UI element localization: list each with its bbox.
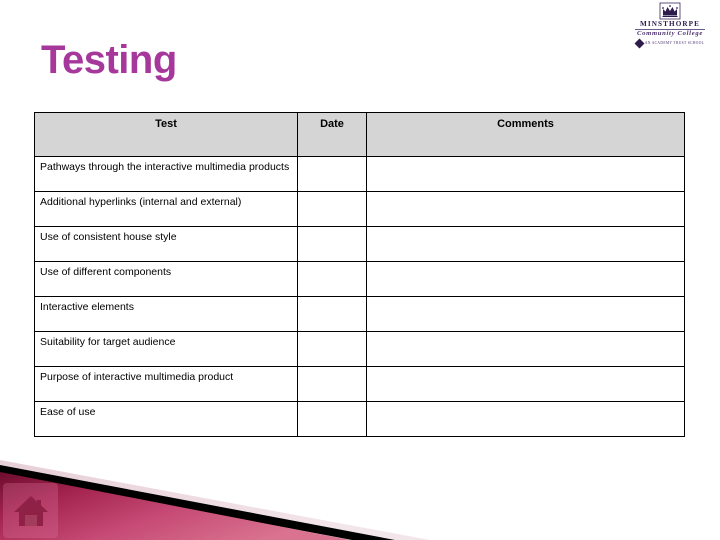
home-icon	[13, 495, 48, 526]
cell-date[interactable]	[297, 331, 367, 367]
table-row: Purpose of interactive multimedia produc…	[34, 366, 685, 402]
cell-comments[interactable]	[366, 401, 685, 437]
home-button[interactable]	[3, 483, 58, 538]
banner-graphic	[0, 460, 430, 540]
cell-comments[interactable]	[366, 156, 685, 192]
cell-comments[interactable]	[366, 261, 685, 297]
column-header-test: Test	[34, 112, 298, 157]
table-row: Ease of use	[34, 401, 685, 437]
cell-date[interactable]	[297, 156, 367, 192]
table-row: Additional hyperlinks (internal and exte…	[34, 191, 685, 227]
cell-comments[interactable]	[366, 226, 685, 262]
decorative-footer-banner	[0, 440, 720, 540]
cell-test: Ease of use	[34, 401, 298, 437]
page-title: Testing	[41, 38, 177, 82]
table-row: Pathways through the interactive multime…	[34, 156, 685, 192]
cell-comments[interactable]	[366, 191, 685, 227]
cell-test: Interactive elements	[34, 296, 298, 332]
cell-comments[interactable]	[366, 331, 685, 367]
cell-date[interactable]	[297, 296, 367, 332]
table-row: Interactive elements	[34, 296, 685, 332]
column-header-comments: Comments	[366, 112, 685, 157]
crown-icon	[659, 2, 681, 20]
table-row: Use of consistent house style	[34, 226, 685, 262]
logo-footer: AN ACADEMY TRUST SCHOOL	[632, 38, 708, 49]
testing-table: Test Date Comments Pathways through the …	[34, 112, 685, 437]
logo-subtitle: Community College	[637, 30, 703, 38]
logo-tagline: AN ACADEMY TRUST SCHOOL	[644, 40, 705, 45]
cell-date[interactable]	[297, 401, 367, 437]
cell-test: Use of different components	[34, 261, 298, 297]
table-row: Use of different components	[34, 261, 685, 297]
table-body: Pathways through the interactive multime…	[34, 156, 685, 437]
cell-test: Purpose of interactive multimedia produc…	[34, 366, 298, 402]
column-header-date: Date	[297, 112, 367, 157]
cell-date[interactable]	[297, 226, 367, 262]
cell-test: Use of consistent house style	[34, 226, 298, 262]
minsthorpe-college-logo: MINSTHORPE Community College AN ACADEMY …	[632, 2, 708, 49]
cell-comments[interactable]	[366, 366, 685, 402]
slide-canvas: MINSTHORPE Community College AN ACADEMY …	[0, 0, 720, 540]
cell-test: Suitability for target audience	[34, 331, 298, 367]
cell-comments[interactable]	[366, 296, 685, 332]
cell-test: Additional hyperlinks (internal and exte…	[34, 191, 298, 227]
table-row: Suitability for target audience	[34, 331, 685, 367]
cell-date[interactable]	[297, 191, 367, 227]
cell-date[interactable]	[297, 366, 367, 402]
cell-test: Pathways through the interactive multime…	[34, 156, 298, 192]
logo-name: MINSTHORPE	[639, 20, 701, 28]
testing-table-container: Test Date Comments Pathways through the …	[34, 112, 685, 437]
table-header-row: Test Date Comments	[34, 112, 685, 157]
cell-date[interactable]	[297, 261, 367, 297]
diamond-icon	[634, 38, 645, 49]
